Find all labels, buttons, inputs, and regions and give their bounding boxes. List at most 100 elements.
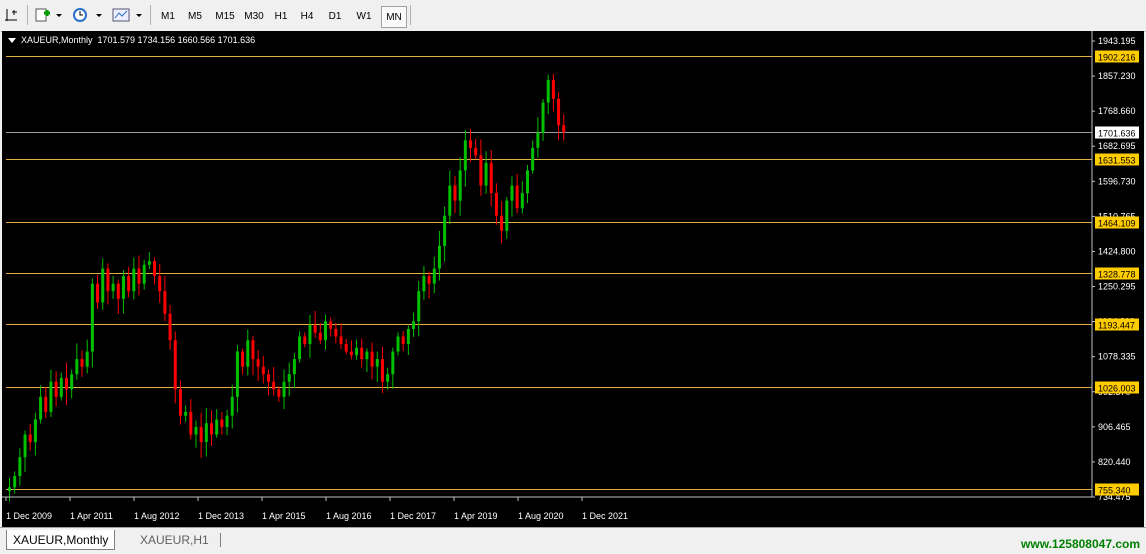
candle-body (142, 264, 146, 284)
candle-body (412, 321, 416, 329)
time-axis-label: 1 Aug 2020 (518, 511, 564, 521)
candle-body (178, 389, 182, 416)
price-axis-label: 1078.335 (1098, 352, 1136, 362)
crosshair-tool-icon[interactable] (2, 4, 22, 26)
candle-body (267, 374, 270, 382)
candle-body (44, 396, 48, 412)
candlestick-chart[interactable]: 1943.195 1857.230 1768.660 1682.695 1596.730… (2, 31, 1144, 527)
candle-body (546, 79, 550, 103)
current-price-label: 1701.636 (1098, 129, 1136, 139)
candle-body (313, 325, 317, 333)
candle-body (401, 336, 405, 345)
candle-body (562, 125, 566, 133)
timeframe-mn-button[interactable]: MN (381, 6, 407, 28)
candle-body (334, 328, 338, 337)
timeframe-m30-button[interactable]: M30 (240, 6, 268, 26)
candle-body (541, 102, 545, 133)
candle-body (479, 155, 483, 186)
candle-body (422, 276, 426, 292)
price-axis-label: 1768.660 (1098, 106, 1136, 116)
time-axis-label: 1 Apr 2019 (454, 511, 498, 521)
tab-separator (220, 533, 221, 547)
candle-body (551, 79, 555, 99)
candle-body (101, 268, 105, 303)
candle-body (80, 359, 84, 367)
candle-body (494, 193, 498, 216)
candle-body (386, 374, 390, 382)
timeframe-h4-button[interactable]: H4 (296, 6, 318, 26)
chart-tabs: XAUEUR,Monthly XAUEUR,H1 (0, 527, 1146, 554)
price-axis-label: 1857.230 (1098, 71, 1136, 81)
candle-body (225, 415, 229, 428)
candle-body (64, 377, 68, 390)
timeframe-m15-button[interactable]: M15 (210, 6, 240, 26)
candle-body (458, 170, 462, 201)
price-axis-label: 820.440 (1098, 457, 1131, 467)
candle-body (106, 268, 110, 292)
candle-body (235, 351, 239, 397)
candle-body (59, 377, 63, 397)
candle-body (510, 185, 514, 201)
new-chart-icon[interactable] (32, 4, 64, 26)
candle-body (370, 351, 374, 367)
candle-body (220, 419, 224, 428)
timeframe-d1-button[interactable]: D1 (324, 6, 346, 26)
price-axis-label: 906.465 (1098, 422, 1131, 432)
candle-body (127, 276, 131, 292)
candle-body (406, 328, 410, 345)
level-price-label: 1464.109 (1098, 219, 1136, 229)
toolbar-separator (27, 5, 28, 25)
candle-body (303, 336, 307, 345)
candle-body (344, 344, 348, 352)
level-price-label: 1328.778 (1098, 270, 1136, 280)
candle-body (8, 487, 11, 492)
timeframe-m5-button[interactable]: M5 (183, 6, 207, 26)
price-axis-label: 1682.695 (1098, 141, 1136, 151)
candle-body (75, 359, 79, 375)
candle-body (261, 366, 265, 375)
toolbar: M1 M5 M15 M30 H1 H4 D1 W1 MN (0, 0, 1146, 32)
price-axis-label: 1596.730 (1098, 176, 1136, 186)
chart-header: XAUEUR,Monthly 1701.579 1734.156 1660.56… (21, 35, 256, 45)
candle-body (375, 359, 379, 367)
candle-body (323, 321, 327, 341)
timeframe-w1-button[interactable]: W1 (352, 6, 376, 26)
timeframe-h1-button[interactable]: H1 (270, 6, 292, 26)
candle-body (287, 374, 291, 382)
level-price-label: 1902.216 (1098, 53, 1136, 63)
candle-body (251, 340, 255, 360)
candle-body (70, 374, 74, 390)
level-price-label: 755.340 (1098, 486, 1131, 496)
toolbar-separator (150, 5, 151, 25)
clock-icon[interactable] (70, 4, 104, 26)
timeframe-m1-button[interactable]: M1 (156, 6, 180, 26)
price-axis-label: 1943.195 (1098, 36, 1136, 46)
tab-xaueur-h1[interactable]: XAUEUR,H1 (134, 530, 215, 549)
candle-body (557, 98, 561, 126)
candle-body (427, 276, 431, 284)
candle-body (505, 200, 509, 231)
templates-icon[interactable] (110, 4, 144, 26)
candle-body (189, 411, 193, 435)
candle-body (210, 423, 214, 435)
candle-body (204, 423, 208, 443)
candle-body (153, 261, 157, 277)
candle-body (432, 268, 436, 284)
candle-body (121, 276, 125, 299)
time-axis-label: 1 Dec 2009 (6, 511, 52, 521)
time-axis-label: 1 Dec 2021 (582, 511, 628, 521)
candle-body (194, 427, 198, 435)
candle-body (241, 351, 245, 367)
candle-body (256, 359, 260, 367)
tab-xaueur-monthly[interactable]: XAUEUR,Monthly (6, 530, 116, 550)
level-price-label: 1193.447 (1098, 321, 1135, 331)
candle-body (298, 336, 302, 360)
chart-area[interactable]: 1943.195 1857.230 1768.660 1682.695 1596.730… (2, 31, 1144, 527)
candle-body (23, 434, 27, 458)
chart-dropdown-icon[interactable] (8, 38, 16, 43)
candle-body (173, 340, 177, 390)
candle-body (199, 427, 203, 443)
candle-body (28, 434, 32, 443)
candle-body (184, 411, 188, 416)
candle-body (116, 283, 120, 299)
